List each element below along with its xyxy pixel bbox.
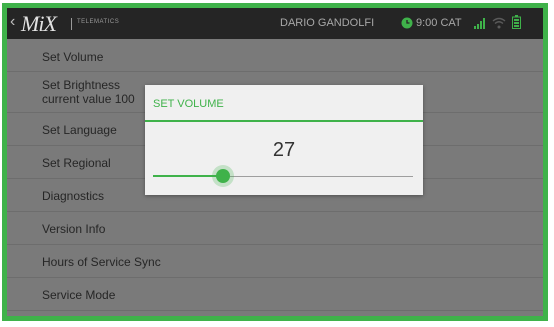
slider-thumb[interactable] — [216, 169, 230, 183]
modal-overlay[interactable]: SET VOLUME 27 — [7, 8, 543, 316]
set-volume-dialog: SET VOLUME 27 — [145, 85, 423, 195]
volume-slider[interactable] — [153, 167, 413, 187]
device-screen: ‹ MiX TELEMATICS DARIO GANDOLFI 9:00 CAT… — [2, 3, 548, 321]
volume-value: 27 — [272, 139, 296, 161]
dialog-title: SET VOLUME — [153, 98, 224, 110]
dialog-title-divider — [145, 120, 423, 122]
slider-fill — [153, 175, 223, 177]
